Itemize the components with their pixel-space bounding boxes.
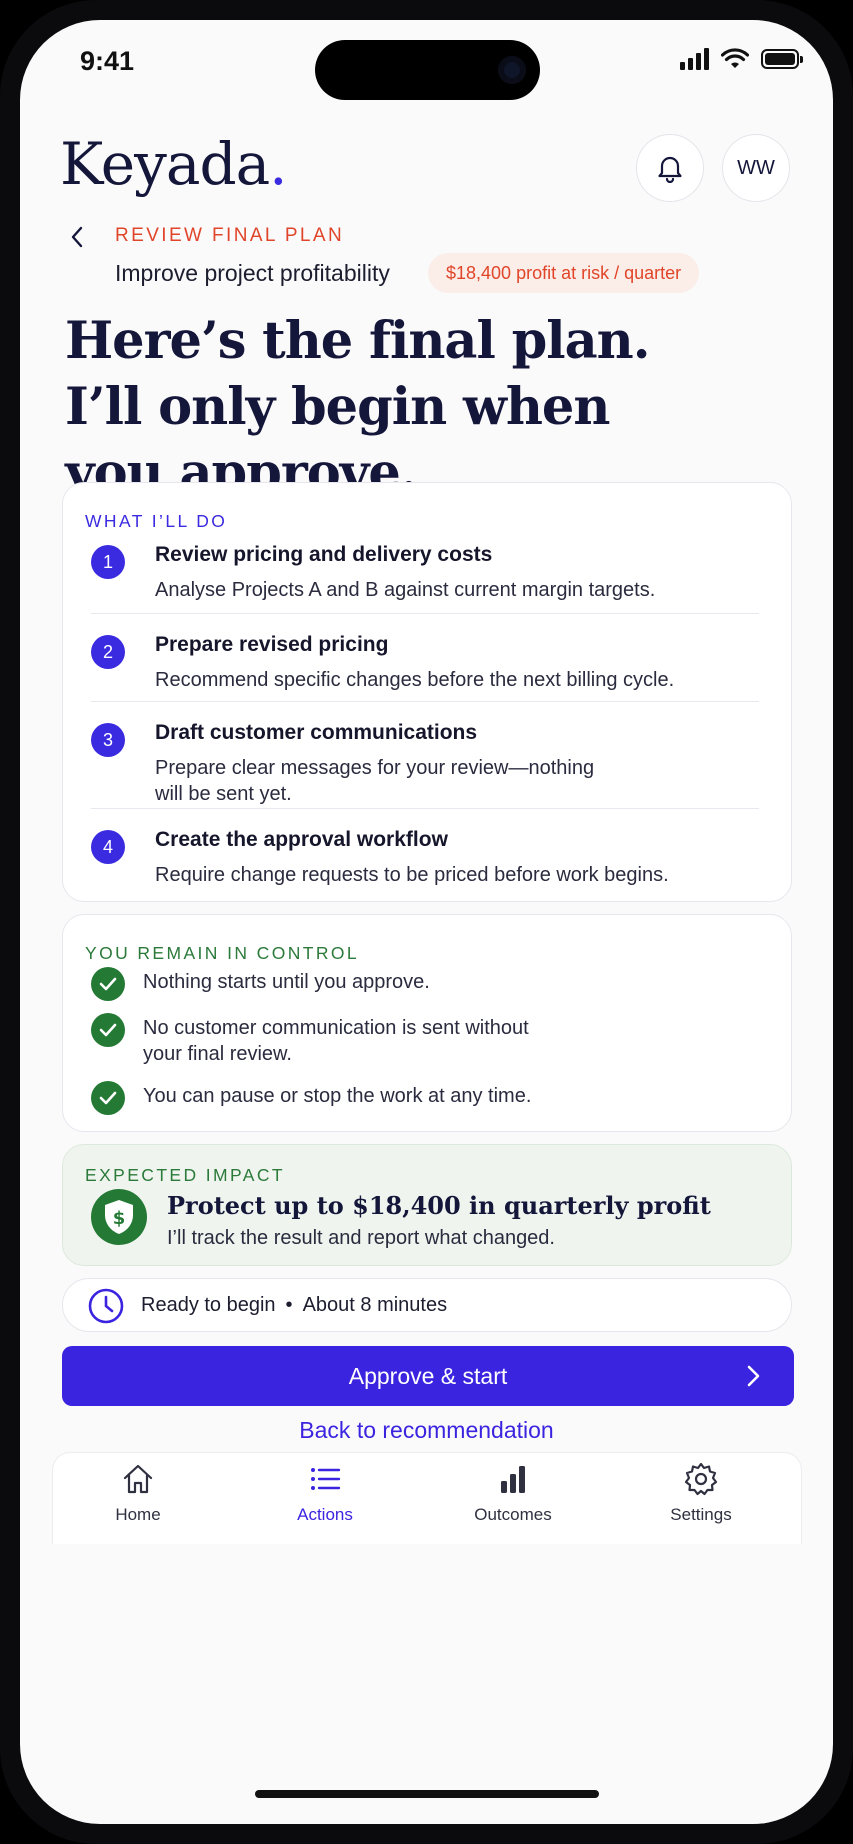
breadcrumb: REVIEW FINAL PLAN xyxy=(115,225,345,246)
bottom-nav: Home Actions Outcomes Settings xyxy=(52,1452,802,1544)
approve-start-button[interactable]: Approve & start xyxy=(62,1346,794,1406)
step-description: Prepare clear messages for your review—n… xyxy=(155,757,595,805)
step-description: Recommend specific changes before the ne… xyxy=(155,669,675,691)
step-number: 2 xyxy=(91,635,125,669)
cellular-signal-icon xyxy=(680,48,709,70)
nav-item-home[interactable]: Home xyxy=(68,1461,208,1525)
impact-card: EXPECTED IMPACT $ Protect up to $18,400 … xyxy=(62,1144,792,1266)
status-icons xyxy=(680,48,803,70)
impact-title: Protect up to $18,400 in quarterly profi… xyxy=(167,1191,711,1220)
divider xyxy=(91,701,759,702)
page-title: Here’s the final plan. I’ll only begin w… xyxy=(65,311,651,503)
plan-card: WHAT I’LL DO 1 Review pricing and delive… xyxy=(62,482,792,902)
brand-logo: Keyada. xyxy=(60,130,288,198)
check-icon xyxy=(91,967,125,1001)
bell-icon xyxy=(658,156,682,183)
control-card: YOU REMAIN IN CONTROL Nothing starts unt… xyxy=(62,914,792,1132)
step-number: 1 xyxy=(91,545,125,579)
control-item-text: You can pause or stop the work at any ti… xyxy=(143,1085,532,1107)
bar-chart-icon xyxy=(501,1466,525,1493)
gear-icon xyxy=(684,1462,718,1496)
step-number: 3 xyxy=(91,723,125,757)
svg-text:$: $ xyxy=(113,1208,126,1229)
home-icon xyxy=(123,1464,153,1494)
step-title: Draft customer communications xyxy=(155,721,478,744)
step-title: Create the approval workflow xyxy=(155,828,448,851)
phone-screen: 9:41 Keyada. WW REVIEW FINAL PLAN Improv… xyxy=(20,20,833,1824)
step-title: Review pricing and delivery costs xyxy=(155,543,493,566)
clock-icon xyxy=(88,1288,124,1324)
step-description: Analyse Projects A and B against current… xyxy=(155,579,656,601)
notifications-button[interactable] xyxy=(636,134,704,202)
step-title: Prepare revised pricing xyxy=(155,633,389,656)
back-button[interactable] xyxy=(60,220,94,254)
dynamic-island xyxy=(315,40,540,100)
control-item-text: No customer communication is sent withou… xyxy=(143,1017,529,1065)
back-to-recommendation-link[interactable]: Back to recommendation xyxy=(20,1417,833,1444)
wifi-icon xyxy=(721,48,749,68)
control-card-label: YOU REMAIN IN CONTROL xyxy=(85,943,360,963)
check-icon xyxy=(91,1081,125,1115)
control-item-text: Nothing starts until you approve. xyxy=(143,971,430,993)
shield-dollar-icon: $ xyxy=(91,1189,147,1245)
divider xyxy=(91,613,759,614)
nav-item-settings[interactable]: Settings xyxy=(631,1461,771,1525)
status-time: 9:41 xyxy=(80,46,135,76)
impact-card-label: EXPECTED IMPACT xyxy=(85,1165,286,1185)
avatar[interactable]: WW xyxy=(722,134,790,202)
goal-subtitle: Improve project profitability xyxy=(115,260,390,286)
ready-text: Ready to begin • About 8 minutes xyxy=(141,1294,448,1316)
nav-item-outcomes[interactable]: Outcomes xyxy=(443,1461,583,1525)
list-icon xyxy=(311,1468,341,1490)
risk-badge: $18,400 profit at risk / quarter xyxy=(428,253,700,293)
chevron-left-icon xyxy=(71,226,83,248)
phone-frame: 9:41 Keyada. WW REVIEW FINAL PLAN Improv… xyxy=(0,0,853,1844)
ready-status: Ready to begin • About 8 minutes xyxy=(62,1278,792,1332)
check-icon xyxy=(91,1013,125,1047)
camera-icon xyxy=(498,56,526,84)
nav-item-actions[interactable]: Actions xyxy=(255,1461,395,1525)
impact-subtitle: I’ll track the result and report what ch… xyxy=(167,1227,555,1249)
divider xyxy=(91,808,759,809)
home-indicator[interactable] xyxy=(255,1790,599,1798)
step-description: Require change requests to be priced bef… xyxy=(155,864,669,886)
plan-card-label: WHAT I’LL DO xyxy=(85,511,228,531)
chevron-right-icon xyxy=(747,1365,760,1387)
battery-icon xyxy=(761,49,803,69)
step-number: 4 xyxy=(91,830,125,864)
